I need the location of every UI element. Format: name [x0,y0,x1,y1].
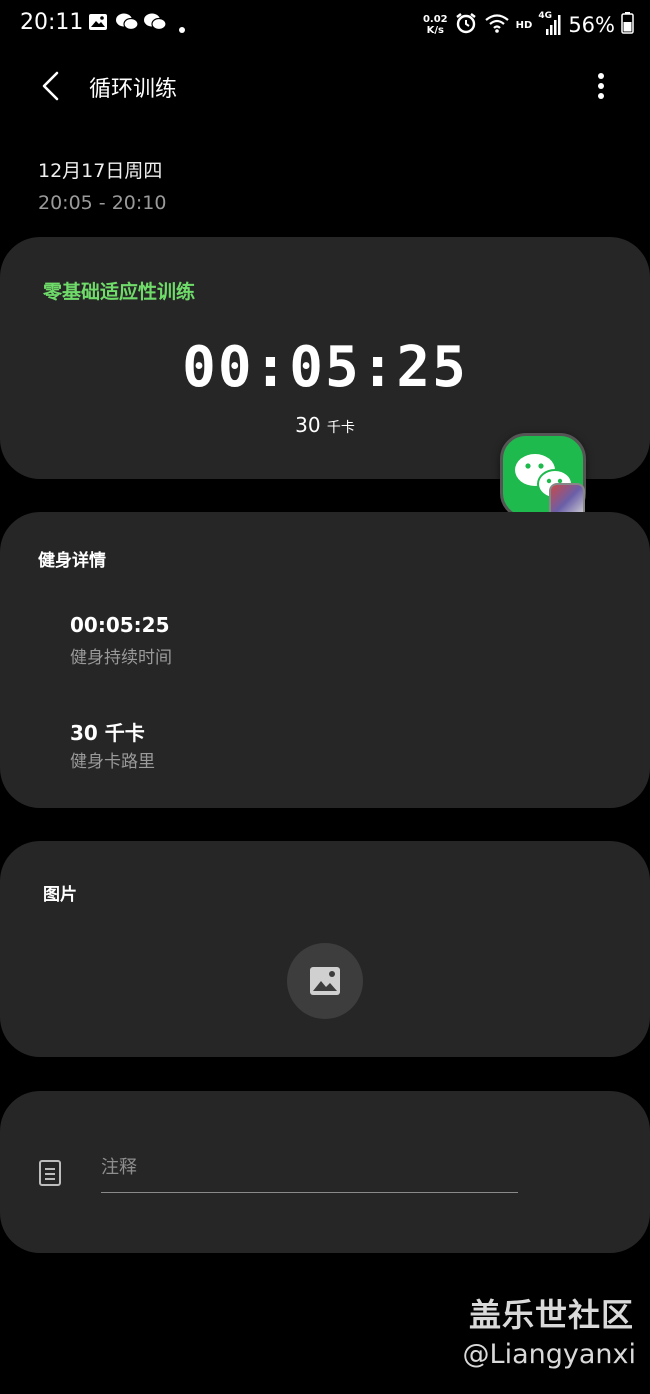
more-vertical-icon [598,73,604,99]
page-title: 循环训练 [89,77,178,102]
back-button[interactable] [30,64,70,108]
watermark-handle: @Liangyanxi [462,1339,636,1370]
session-date-block: 12月17日周四 20:05 - 20:10 [38,156,166,214]
app-bar: 循环训练 [0,58,650,114]
chevron-left-icon [42,71,59,101]
image-icon [310,967,340,995]
status-time: 20:11 [20,10,84,35]
more-options-button[interactable] [586,68,616,104]
status-bar: 20:11 0.02 K/s HD 4G 56% [0,0,650,50]
watermark-title: 盖乐世社区 [468,1296,634,1334]
wechat-icon [115,12,139,36]
workout-calories-value: 30 [295,413,321,437]
session-time-range: 20:05 - 20:10 [38,192,167,214]
network-speed-value: 0.02 [422,14,448,25]
images-title: 图片 [43,885,77,905]
add-image-button[interactable] [287,943,363,1019]
session-date: 12月17日周四 [38,160,163,182]
battery-icon [621,12,634,38]
dot-icon [178,19,186,38]
images-card: 图片 [0,841,650,1057]
detail-duration-label: 健身持续时间 [70,648,172,668]
wifi-icon [484,12,510,38]
workout-calories-unit: 千卡 [326,420,355,436]
status-right-cluster: 0.02 K/s HD 4G 56% [423,10,634,40]
workout-details-card: 健身详情 00:05:25 健身持续时间 30 千卡 健身卡路里 [0,512,650,808]
notes-input[interactable] [101,1153,518,1193]
image-icon [88,12,108,36]
notes-card [0,1091,650,1253]
network-type: 4G [538,11,552,21]
workout-duration: 00:05:25 [182,335,468,400]
network-speed-unit: K/s [426,25,444,36]
detail-calories-value: 30 千卡 [70,721,145,745]
workout-name: 零基础适应性训练 [43,281,196,303]
network-speed: 0.02 K/s [423,14,448,36]
wechat-icon [143,12,167,36]
details-title: 健身详情 [38,551,106,571]
battery-percent: 56% [568,13,615,37]
detail-duration-value: 00:05:25 [70,613,170,637]
note-icon [39,1160,61,1186]
signal-icon: 4G [538,11,562,37]
alarm-icon [454,11,478,39]
detail-calories-label: 健身卡路里 [70,752,155,772]
hd-indicator: HD [515,19,533,31]
